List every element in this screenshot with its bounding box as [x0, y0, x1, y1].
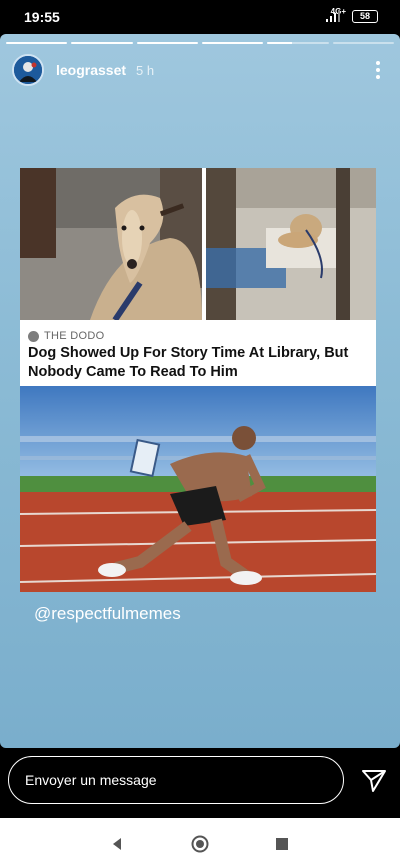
- more-vertical-icon[interactable]: [368, 56, 388, 84]
- signal-icon: [326, 10, 340, 22]
- battery-icon: 58: [352, 10, 378, 23]
- back-triangle-icon[interactable]: [106, 834, 128, 854]
- home-circle-icon[interactable]: [189, 834, 211, 854]
- system-nav-bar: [0, 818, 400, 868]
- dog-photo-right: [206, 168, 376, 320]
- dog-photo-left: [20, 168, 202, 320]
- story-username[interactable]: leograsset: [56, 62, 126, 78]
- progress-segment: [6, 42, 68, 44]
- reply-bar: [0, 748, 400, 818]
- recents-square-icon[interactable]: [271, 834, 293, 854]
- source-name: THE DODO: [44, 330, 105, 342]
- status-bar: 19:55 4G+ 58: [0, 0, 400, 34]
- progress-segment: [71, 42, 133, 44]
- message-input[interactable]: [8, 756, 344, 804]
- story-progress: [6, 42, 394, 44]
- story-time-ago: 5 h: [136, 62, 155, 78]
- send-icon[interactable]: [360, 766, 388, 794]
- story-post-image: THE DODO Dog Showed Up For Story Time At…: [20, 168, 376, 592]
- post-source: THE DODO: [28, 330, 104, 342]
- source-logo-icon: [28, 330, 39, 342]
- avatar[interactable]: [12, 54, 44, 86]
- progress-segment: [332, 42, 394, 44]
- story-viewer[interactable]: leograsset 5 h THE DODO Dog Showed Up Fo…: [0, 34, 400, 748]
- progress-segment: [267, 42, 329, 44]
- progress-segment: [136, 42, 198, 44]
- mention-sticker[interactable]: @respectfulmemes: [34, 604, 181, 624]
- progress-segment: [201, 42, 264, 44]
- story-header: leograsset 5 h: [12, 54, 388, 86]
- post-headline: Dog Showed Up For Story Time At Library,…: [28, 345, 349, 380]
- status-time: 19:55: [24, 9, 60, 25]
- runner-photo: [20, 386, 376, 592]
